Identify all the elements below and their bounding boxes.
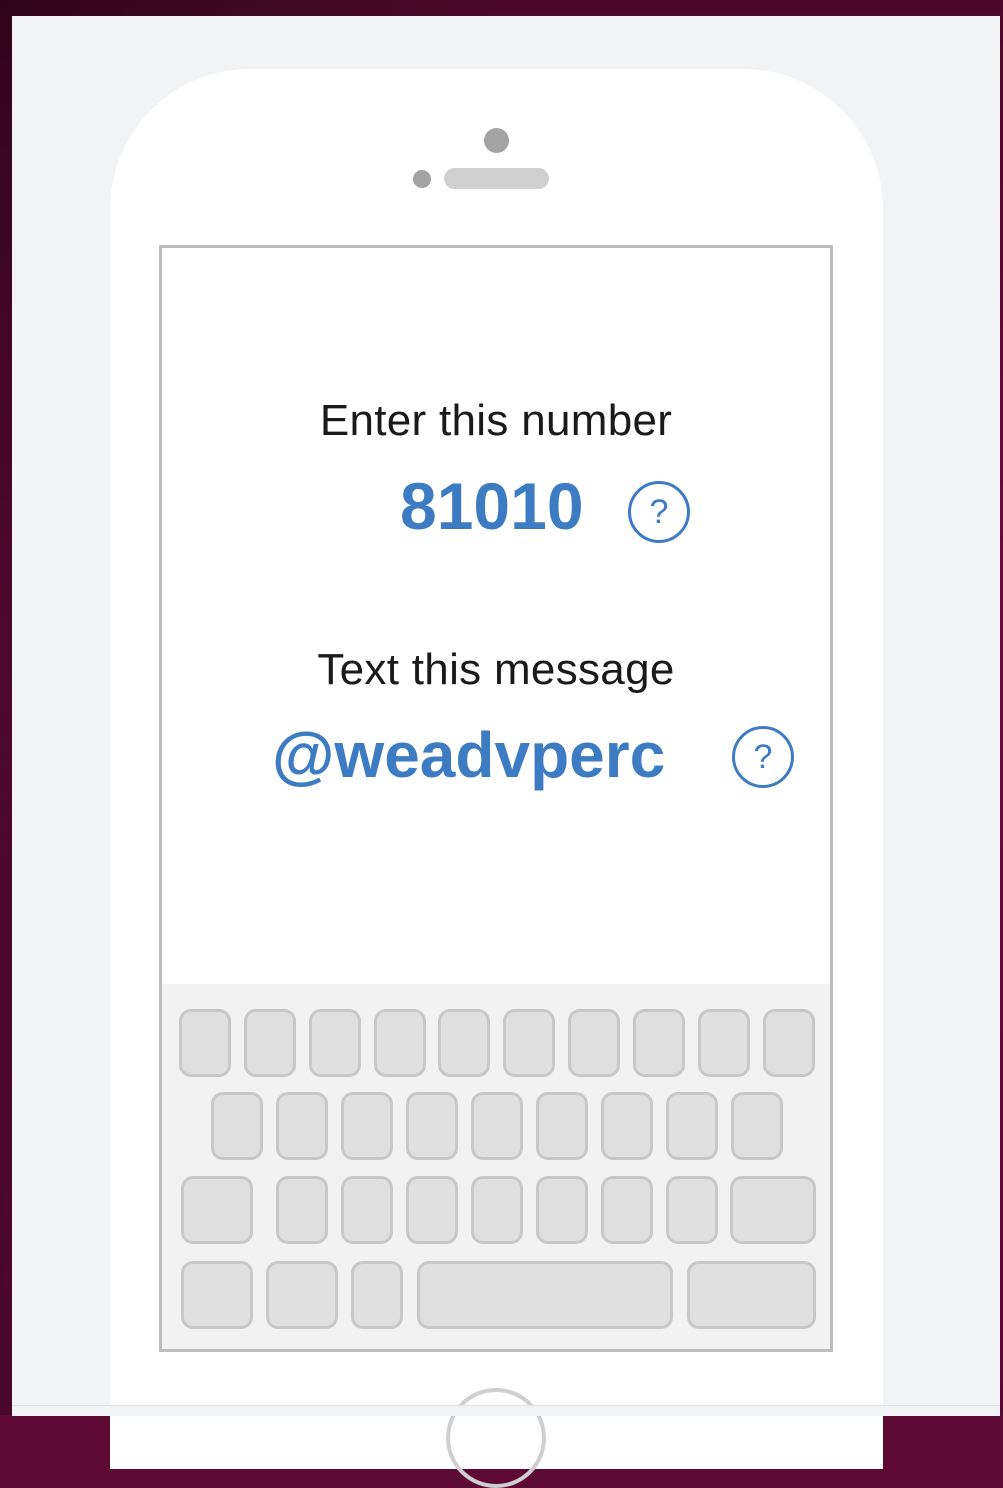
keyboard-key[interactable] bbox=[698, 1009, 750, 1077]
return-key[interactable] bbox=[687, 1261, 816, 1329]
numbers-key[interactable] bbox=[181, 1261, 253, 1329]
phone-screen: Enter this number 81010 ? Text this mess… bbox=[159, 245, 833, 1352]
keyboard-key[interactable] bbox=[341, 1176, 393, 1244]
keyboard-key[interactable] bbox=[309, 1009, 361, 1077]
keyboard-key[interactable] bbox=[244, 1009, 296, 1077]
keyboard-key[interactable] bbox=[374, 1009, 426, 1077]
number-label: Enter this number bbox=[319, 396, 673, 445]
sensor-dot bbox=[413, 170, 431, 188]
keyboard-key[interactable] bbox=[471, 1176, 523, 1244]
number-value: 81010 bbox=[400, 469, 584, 543]
camera-dot bbox=[484, 128, 509, 153]
keyboard-key[interactable] bbox=[503, 1009, 555, 1077]
speaker-slot bbox=[444, 168, 549, 189]
message-value: @weadvperc bbox=[272, 719, 666, 791]
keyboard-key[interactable] bbox=[211, 1092, 263, 1160]
keyboard-key[interactable] bbox=[438, 1009, 490, 1077]
keyboard-key[interactable] bbox=[601, 1176, 653, 1244]
keyboard-key[interactable] bbox=[666, 1092, 718, 1160]
keyboard-key[interactable] bbox=[633, 1009, 685, 1077]
keyboard-key[interactable] bbox=[731, 1092, 783, 1160]
keyboard-key[interactable] bbox=[406, 1092, 458, 1160]
mic-key[interactable] bbox=[351, 1261, 403, 1329]
keyboard-key[interactable] bbox=[276, 1176, 328, 1244]
keyboard-key[interactable] bbox=[666, 1176, 718, 1244]
message-label: Text this message bbox=[317, 645, 675, 694]
message-help-icon[interactable]: ? bbox=[732, 726, 794, 788]
space-key[interactable] bbox=[417, 1261, 673, 1329]
keyboard-key[interactable] bbox=[568, 1009, 620, 1077]
shift-key[interactable] bbox=[181, 1176, 253, 1244]
keyboard-key[interactable] bbox=[276, 1092, 328, 1160]
keyboard bbox=[162, 984, 830, 1349]
keyboard-key[interactable] bbox=[536, 1176, 588, 1244]
backspace-key[interactable] bbox=[730, 1176, 816, 1244]
keyboard-key[interactable] bbox=[341, 1092, 393, 1160]
number-help-icon[interactable]: ? bbox=[628, 481, 690, 543]
keyboard-key[interactable] bbox=[471, 1092, 523, 1160]
emoji-key[interactable] bbox=[266, 1261, 338, 1329]
keyboard-key[interactable] bbox=[406, 1176, 458, 1244]
home-button bbox=[446, 1388, 546, 1488]
keyboard-key[interactable] bbox=[763, 1009, 815, 1077]
keyboard-key[interactable] bbox=[601, 1092, 653, 1160]
keyboard-key[interactable] bbox=[536, 1092, 588, 1160]
bottom-edge bbox=[12, 1405, 1000, 1416]
keyboard-key[interactable] bbox=[179, 1009, 231, 1077]
